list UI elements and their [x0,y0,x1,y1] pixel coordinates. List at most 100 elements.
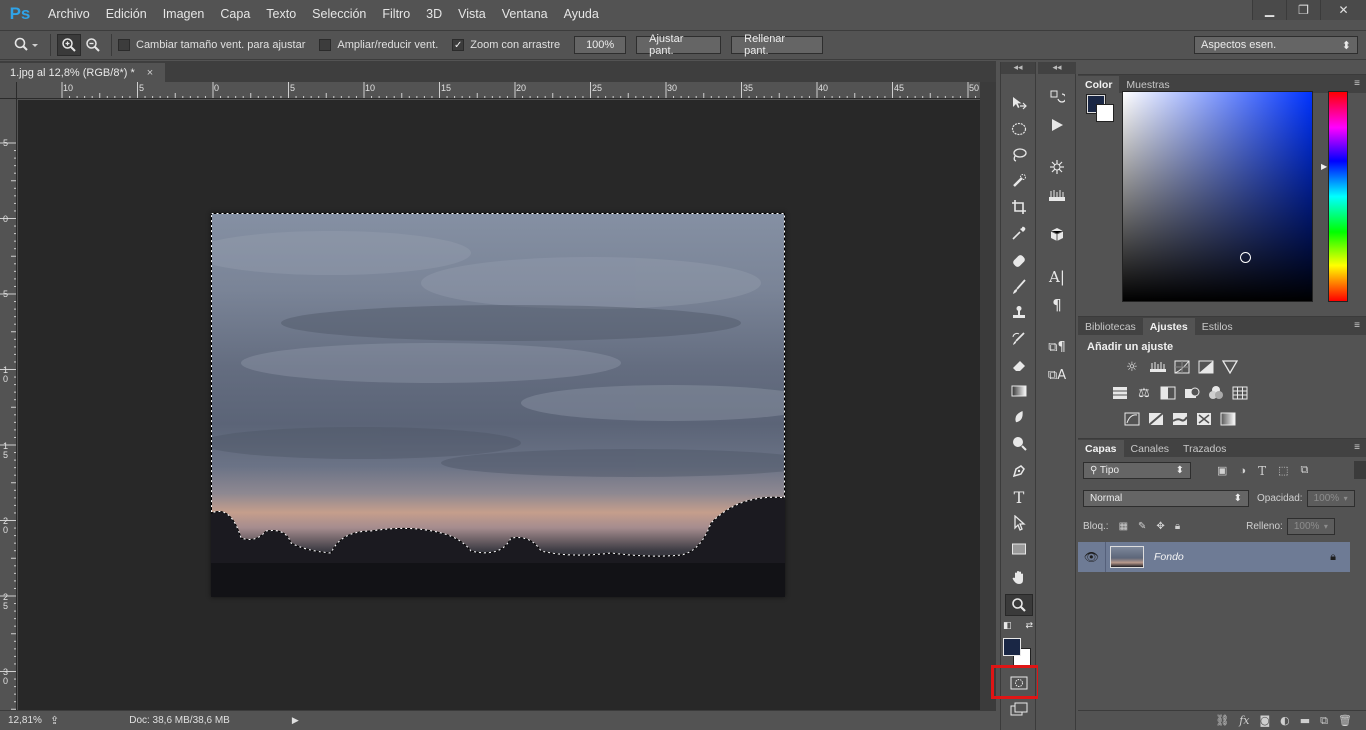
brush-settings-panel-icon[interactable] [1045,156,1069,178]
ruler-origin[interactable] [0,82,17,99]
share-icon[interactable]: ⇪ [50,714,59,727]
blur-tool-icon[interactable] [1005,406,1033,428]
tab-trazados[interactable]: Trazados [1176,440,1233,457]
paragraph-styles-panel-icon[interactable]: ⧉¶ [1045,336,1069,358]
default-colors-icon[interactable]: ◧ [1003,621,1012,633]
exposure-icon[interactable] [1196,357,1216,377]
eraser-tool-icon[interactable] [1005,354,1033,376]
threshold-icon[interactable] [1170,409,1190,429]
layer-lock-icon[interactable]: 🔒︎ [1330,550,1336,564]
menu-texto[interactable]: Texto [258,7,304,21]
fill-screen-button[interactable]: Rellenar pant. [731,33,824,57]
type-tool-icon[interactable]: T [1005,486,1033,508]
tab-bibliotecas[interactable]: Bibliotecas [1078,318,1143,335]
menu-filtro[interactable]: Filtro [374,7,418,21]
dodge-tool-icon[interactable] [1005,432,1033,454]
filter-shape-icon[interactable]: ⬚ [1278,464,1288,477]
elliptical-marquee-tool-icon[interactable] [1005,118,1033,140]
horizontal-ruler[interactable]: 10 5 0 5 10 15 20 25 30 35 40 45 50 [17,82,980,99]
checkbox-box[interactable] [319,39,332,51]
tab-canales[interactable]: Canales [1124,440,1177,457]
panel-menu-icon[interactable]: ≡ [1354,78,1360,89]
layer-filter-select[interactable]: ⚲ Tipo ⬍ [1083,462,1191,479]
filter-smart-object-icon[interactable]: ⧉ [1300,464,1308,477]
zoom-readout[interactable]: 12,81% [8,715,44,726]
menu-archivo[interactable]: Archivo [40,7,98,21]
history-panel-icon[interactable] [1045,86,1069,108]
eye-icon[interactable]: 👁︎ [1078,542,1106,572]
character-panel-icon[interactable]: A| [1045,266,1069,288]
panel-menu-icon[interactable]: ≡ [1354,442,1360,453]
color-field-marker[interactable] [1240,252,1251,263]
lasso-tool-icon[interactable] [1005,144,1033,166]
zoom-out-icon[interactable] [81,34,105,56]
layer-style-icon[interactable]: fx [1239,714,1249,727]
menu-seleccion[interactable]: Selección [304,7,374,21]
status-menu-arrow-icon[interactable]: ▶ [292,715,299,726]
color-lookup-icon[interactable] [1230,383,1250,403]
checkbox-box[interactable] [118,39,130,51]
history-brush-tool-icon[interactable] [1005,328,1033,350]
zoom-100-button[interactable]: 100% [574,36,627,54]
lock-position-icon[interactable]: ✥ [1156,521,1164,532]
layer-name[interactable]: Fondo [1154,551,1184,563]
hue-saturation-icon[interactable] [1110,383,1130,403]
menu-ayuda[interactable]: Ayuda [556,7,607,21]
tab-color[interactable]: Color [1078,76,1120,93]
quick-selection-tool-icon[interactable] [1005,170,1033,192]
zoom-in-icon[interactable] [57,34,81,56]
tab-ajustes[interactable]: Ajustes [1142,318,1195,335]
collapse-tools-icon[interactable]: ◂◂ [1001,62,1035,74]
clone-stamp-tool-icon[interactable] [1005,302,1033,324]
checkbox-box-checked[interactable]: ✓ [452,39,465,51]
selective-color-icon[interactable] [1194,409,1214,429]
new-adjustment-layer-icon[interactable]: ◐ [1280,714,1290,727]
curves-icon[interactable] [1172,357,1192,377]
filter-adjustment-icon[interactable]: ◑ [1239,465,1246,477]
lock-transparent-icon[interactable]: ▦ [1119,521,1128,532]
opacity-input[interactable]: 100% ▾ [1306,490,1355,507]
menu-imagen[interactable]: Imagen [155,7,213,21]
menu-3d[interactable]: 3D [418,7,450,21]
photo-filter-icon[interactable] [1182,383,1202,403]
panel-menu-icon[interactable]: ≡ [1354,320,1360,331]
delete-layer-icon[interactable]: 🗑︎ [1338,714,1352,727]
move-tool-icon[interactable] [1005,92,1033,114]
new-layer-icon[interactable]: ⧉ [1320,714,1328,728]
filter-type-icon[interactable]: T [1258,464,1266,478]
scrubby-zoom-checkbox[interactable]: ✓ Zoom con arrastre [452,39,560,51]
eyedropper-tool-icon[interactable] [1005,222,1033,244]
posterize-icon[interactable] [1146,409,1166,429]
brush-presets-panel-icon[interactable] [1045,184,1069,206]
add-mask-icon[interactable]: ◙ [1259,714,1270,727]
layer-row[interactable]: 👁︎ Fondo 🔒︎ [1078,542,1350,572]
fit-screen-button[interactable]: Ajustar pant. [636,33,722,57]
3d-panel-icon[interactable] [1045,224,1069,246]
crop-tool-icon[interactable] [1005,196,1033,218]
menu-vista[interactable]: Vista [450,7,494,21]
workspace-select[interactable]: Aspectos esen. ⬍ [1194,36,1358,54]
restore-button[interactable]: ❐ [1286,0,1320,20]
gradient-tool-icon[interactable] [1005,380,1033,402]
tab-estilos[interactable]: Estilos [1195,318,1240,335]
filter-pixel-icon[interactable]: ▣ [1217,464,1227,477]
channel-mixer-icon[interactable] [1206,383,1226,403]
lock-image-icon[interactable]: ✎ [1138,521,1146,532]
rectangle-tool-icon[interactable] [1005,538,1033,560]
filter-toggle[interactable] [1354,461,1366,479]
zoom-tool-icon[interactable] [1005,594,1033,616]
color-field[interactable] [1122,91,1313,302]
healing-brush-tool-icon[interactable] [1005,250,1033,272]
tab-capas[interactable]: Capas [1078,440,1124,457]
levels-icon[interactable] [1148,357,1168,377]
foreground-color-swatch[interactable] [1003,638,1021,656]
new-group-icon[interactable]: ▬ [1300,714,1310,727]
menu-capa[interactable]: Capa [212,7,258,21]
brightness-contrast-icon[interactable]: ☼ [1122,357,1142,377]
close-button[interactable]: ✕ [1320,0,1366,20]
character-styles-panel-icon[interactable]: ⧉A [1045,364,1069,386]
lock-all-icon[interactable]: 🔒︎ [1175,521,1180,532]
color-balance-icon[interactable]: ⚖ [1134,383,1154,403]
actions-panel-icon[interactable] [1045,114,1069,136]
vibrance-icon[interactable] [1220,357,1240,377]
